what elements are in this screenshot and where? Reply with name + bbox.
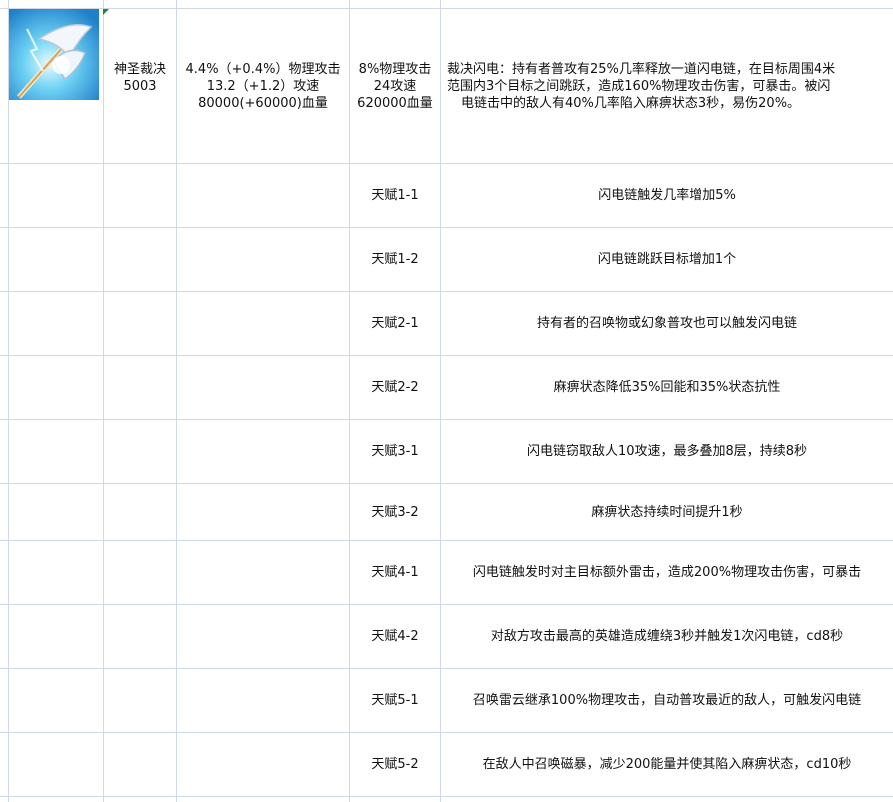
base-stat: 620000血量 xyxy=(357,96,433,111)
growth-stats-cell: 4.4%（+0.4%）物理攻击 13.2（+1.2）攻速 80000(+6000… xyxy=(177,9,349,163)
talent-text: 持有者的召唤物或幻象普攻也可以触发闪电链 xyxy=(536,316,797,331)
talent-text: 麻痹状态持续时间提升1秒 xyxy=(591,504,743,520)
base-stat: 8%物理攻击 xyxy=(358,62,432,77)
talent-text: 闪电链跳跃目标增加1个 xyxy=(597,252,737,267)
grid-line xyxy=(0,796,893,797)
talent-label: 天赋2-1 xyxy=(371,316,419,331)
talent-label: 天赋4-1 xyxy=(371,565,419,580)
weapon-id: 5003 xyxy=(123,79,157,94)
talent-label: 天赋5-2 xyxy=(371,757,419,772)
talent-label: 天赋3-1 xyxy=(371,444,419,459)
skill-line: 范围内3个目标之间跳跃，造成160%物理攻击伤害，可暴击。被闪 xyxy=(447,79,831,94)
base-stat: 24攻速 xyxy=(373,79,417,94)
talent-text: 麻痹状态降低35%回能和35%状态抗性 xyxy=(553,380,781,395)
talent-text: 闪电链触发几率增加5% xyxy=(598,188,736,203)
growth-stat: 4.4%（+0.4%）物理攻击 xyxy=(185,62,341,77)
skill-line: 裁决闪电：持有者普攻有25%几率释放一道闪电链，在目标周围4米 xyxy=(447,62,836,77)
talent-text: 对敌方攻击最高的英雄造成缠绕3秒并触发1次闪电链，cd8秒 xyxy=(490,629,844,644)
grid-line xyxy=(8,0,9,802)
skill-description-cell: 裁决闪电：持有者普攻有25%几率释放一道闪电链，在目标周围4米 范围内3个目标之… xyxy=(441,9,893,163)
talent-text: 闪电链窃取敌人10攻速，最多叠加8层，持续8秒 xyxy=(526,444,808,459)
talent-text: 召唤雷云继承100%物理攻击，自动普攻最近的敌人，可触发闪电链 xyxy=(472,693,862,708)
talent-label: 天赋5-1 xyxy=(371,693,419,708)
talent-label: 天赋2-2 xyxy=(371,380,419,395)
skill-line: 电链击中的敌人有40%几率陷入麻痹状态3秒，易伤20%。 xyxy=(461,96,801,111)
growth-stat: 13.2（+1.2）攻速 xyxy=(206,79,320,94)
talent-label: 天赋3-2 xyxy=(371,504,419,520)
weapon-icon[interactable] xyxy=(9,9,99,100)
weapon-name: 神圣裁决 xyxy=(113,62,166,77)
talent-text: 闪电链触发时对主目标额外雷击，造成200%物理攻击伤害，可暴击 xyxy=(472,565,862,580)
weapon-name-cell: 神圣裁决 5003 xyxy=(104,9,176,163)
talent-label: 天赋1-1 xyxy=(371,188,419,203)
talent-label: 天赋4-2 xyxy=(371,629,419,644)
talent-label: 天赋1-2 xyxy=(371,252,419,267)
talent-text: 在敌人中召唤磁暴，减少200能量并使其陷入麻痹状态，cd10秒 xyxy=(482,757,852,772)
growth-stat: 80000(+60000)血量 xyxy=(198,96,328,111)
base-stats-cell: 8%物理攻击 24攻速 620000血量 xyxy=(350,9,440,163)
